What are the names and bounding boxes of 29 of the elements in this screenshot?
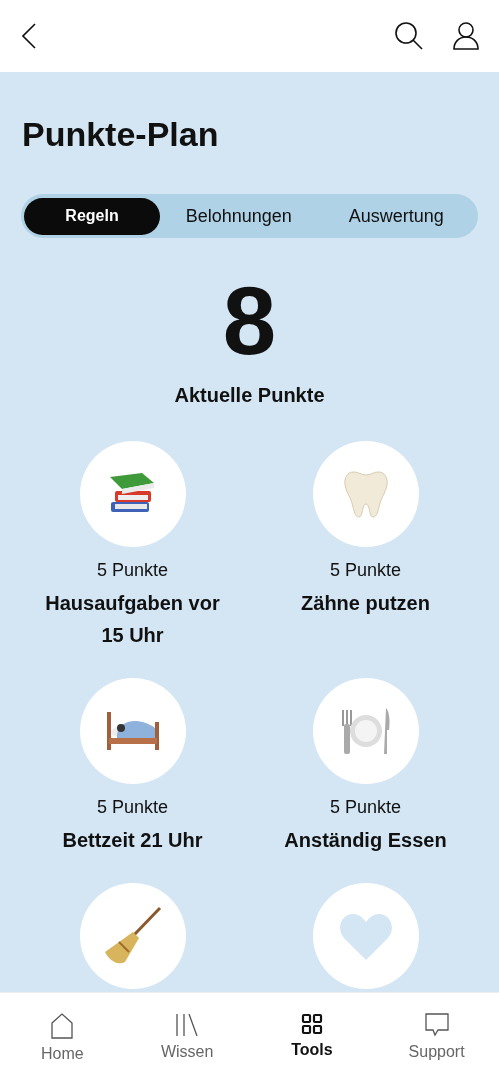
chat-icon	[423, 1013, 450, 1037]
broom-icon	[102, 906, 163, 966]
rule-title: Bettzeit 21 Uhr	[62, 828, 203, 853]
rule-title: Zähne putzen	[301, 591, 430, 616]
bed-icon	[106, 710, 159, 752]
nav-item[interactable]: Home	[0, 993, 125, 1080]
page-title: Punkte-Plan	[22, 114, 220, 154]
points-label: Aktuelle Punkte	[173, 384, 326, 407]
nav-item[interactable]: Support	[374, 993, 499, 1080]
tab[interactable]: Regeln	[24, 197, 160, 235]
nav-item[interactable]: Wissen	[124, 993, 250, 1080]
profile-button[interactable]	[453, 22, 479, 50]
tab[interactable]: Belohnungen	[160, 197, 318, 235]
rule-title: Hausaufgaben vor 15 Uhr	[45, 591, 220, 648]
points-text: 5 Punkte	[329, 796, 402, 818]
back-button[interactable]	[22, 23, 36, 49]
tooth-icon	[343, 470, 388, 518]
heart-icon	[338, 912, 393, 960]
points-total: 8	[221, 276, 278, 366]
home-icon	[51, 1013, 74, 1039]
books-shelf-icon	[175, 1013, 200, 1037]
grid-icon	[300, 1013, 323, 1035]
nav-item[interactable]: Tools	[249, 993, 375, 1080]
rule-title: Anständig Essen	[284, 828, 447, 853]
points-text: 5 Punkte	[96, 559, 169, 581]
search-button[interactable]	[395, 22, 423, 50]
points-text: 5 Punkte	[329, 559, 402, 581]
points-text: 5 Punkte	[96, 796, 169, 818]
tab[interactable]: Auswertung	[317, 197, 475, 235]
